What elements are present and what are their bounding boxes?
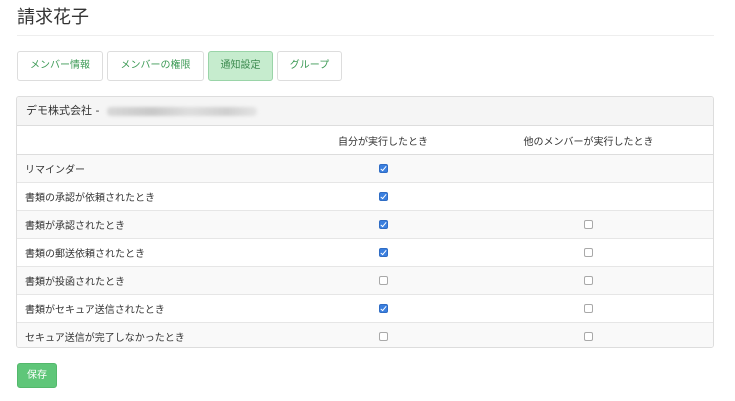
- notify-others-checkbox[interactable]: [584, 303, 593, 313]
- tab-member-info[interactable]: メンバー情報: [17, 51, 103, 81]
- others-cell: [464, 322, 713, 347]
- notify-others-checkbox[interactable]: [584, 247, 593, 257]
- column-header-self: 自分が実行したとき: [302, 126, 464, 155]
- notify-self-checkbox[interactable]: [378, 163, 388, 173]
- notify-self-checkbox[interactable]: [378, 191, 388, 201]
- redacted-email: [107, 106, 258, 116]
- notification-panel: デモ株式会社 - 自分が実行したとき 他のメンバーが実行したとき リマインダー書…: [16, 96, 714, 348]
- event-label: 書類が投函されたとき: [17, 266, 302, 295]
- others-cell: [464, 238, 713, 267]
- others-cell: [464, 210, 713, 239]
- others-cell: [464, 182, 713, 211]
- event-label: セキュア送信が完了しなかったとき: [17, 322, 302, 347]
- notify-others-checkbox[interactable]: [584, 331, 593, 341]
- column-header-others: 他のメンバーが実行したとき: [464, 126, 713, 155]
- table-row: セキュア送信が完了しなかったとき: [17, 322, 713, 347]
- self-cell: [302, 210, 464, 239]
- self-cell: [302, 294, 464, 323]
- notify-self-checkbox[interactable]: [378, 331, 388, 341]
- page-title: 請求花子: [17, 7, 89, 28]
- settings-tabs: メンバー情報 メンバーの権限 通知設定 グループ: [17, 51, 342, 81]
- self-cell: [302, 238, 464, 267]
- table-row: 書類の承認が依頼されたとき: [17, 182, 713, 211]
- others-cell: [464, 154, 713, 183]
- column-header-event: [17, 126, 302, 155]
- notify-self-checkbox[interactable]: [378, 275, 388, 285]
- others-cell: [464, 266, 713, 295]
- title-divider: [17, 35, 714, 36]
- self-cell: [302, 322, 464, 347]
- notify-self-checkbox[interactable]: [378, 303, 388, 313]
- table-row: 書類がセキュア送信されたとき: [17, 294, 713, 323]
- table-row: リマインダー: [17, 154, 713, 183]
- event-label: 書類の郵送依頼されたとき: [17, 238, 302, 267]
- others-cell: [464, 294, 713, 323]
- table-row: 書類が投函されたとき: [17, 266, 713, 295]
- panel-heading: デモ株式会社 -: [17, 97, 713, 126]
- table-header-row: 自分が実行したとき 他のメンバーが実行したとき: [17, 126, 713, 155]
- notify-self-checkbox[interactable]: [378, 247, 388, 257]
- self-cell: [302, 182, 464, 211]
- event-label: 書類の承認が依頼されたとき: [17, 182, 302, 211]
- event-label: 書類がセキュア送信されたとき: [17, 294, 302, 323]
- event-label: リマインダー: [17, 154, 302, 183]
- save-button[interactable]: 保存: [17, 363, 57, 388]
- event-label: 書類が承認されたとき: [17, 210, 302, 239]
- notify-others-checkbox[interactable]: [584, 219, 593, 229]
- notification-settings-page: 請求花子 メンバー情報 メンバーの権限 通知設定 グループ デモ株式会社 - 自…: [0, 0, 735, 401]
- tab-group[interactable]: グループ: [277, 51, 342, 81]
- tab-member-permissions[interactable]: メンバーの権限: [107, 51, 204, 81]
- company-name: デモ株式会社 -: [26, 104, 100, 117]
- table-row: 書類の郵送依頼されたとき: [17, 238, 713, 267]
- notification-table: 自分が実行したとき 他のメンバーが実行したとき リマインダー 書類の承認が依頼され…: [17, 126, 713, 347]
- notify-others-checkbox[interactable]: [584, 275, 593, 285]
- self-cell: [302, 154, 464, 183]
- tab-notification-settings[interactable]: 通知設定: [208, 51, 273, 81]
- table-row: 書類が承認されたとき: [17, 210, 713, 239]
- self-cell: [302, 266, 464, 295]
- notify-self-checkbox[interactable]: [378, 219, 388, 229]
